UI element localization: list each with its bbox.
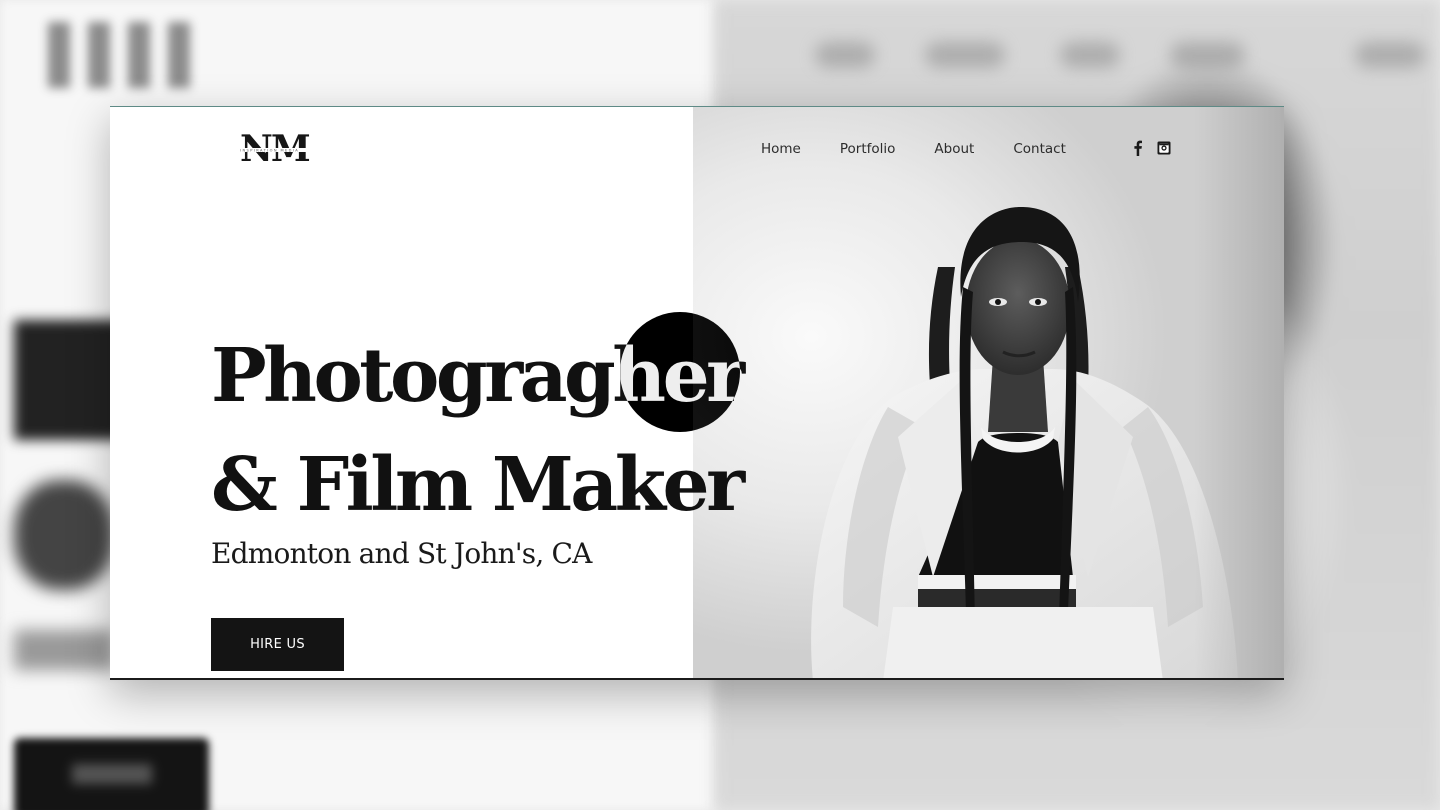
backdrop-nav-item	[925, 42, 1005, 68]
hero-card: NM INSPIRATION MEDIA Home Portfolio Abou…	[110, 106, 1284, 680]
hero-title-line-2: & Film Maker	[211, 442, 745, 528]
hero-photo	[693, 107, 1284, 678]
nav-home[interactable]: Home	[761, 141, 801, 157]
backdrop-button	[14, 738, 209, 810]
logo-tagline: INSPIRATION MEDIA	[240, 149, 299, 153]
backdrop-subtitle-fragment	[14, 630, 114, 670]
facebook-icon[interactable]	[1131, 140, 1145, 156]
accent-circle	[620, 312, 740, 432]
backdrop-social	[1355, 42, 1425, 68]
photo-edge-shadow	[1194, 107, 1284, 678]
backdrop-title-fragment	[14, 480, 114, 590]
nav-portfolio[interactable]: Portfolio	[840, 141, 896, 157]
nav-about[interactable]: About	[934, 141, 974, 157]
nav-contact[interactable]: Contact	[1013, 141, 1066, 157]
logo-mark-icon: NM INSPIRATION MEDIA	[238, 131, 330, 167]
instagram-icon[interactable]	[1157, 140, 1171, 156]
brand-logo[interactable]: NM INSPIRATION MEDIA	[238, 131, 330, 167]
social-links	[1131, 140, 1171, 156]
hero-subtitle: Edmonton and St John's, CA	[211, 537, 592, 570]
backdrop-nav-item	[1170, 42, 1245, 68]
backdrop-nav-item	[815, 42, 875, 68]
backdrop-logo	[48, 22, 198, 88]
main-nav: Home Portfolio About Contact	[761, 141, 1105, 157]
hire-us-button[interactable]: HIRE US	[211, 618, 344, 671]
backdrop-nav-item	[1060, 42, 1120, 68]
